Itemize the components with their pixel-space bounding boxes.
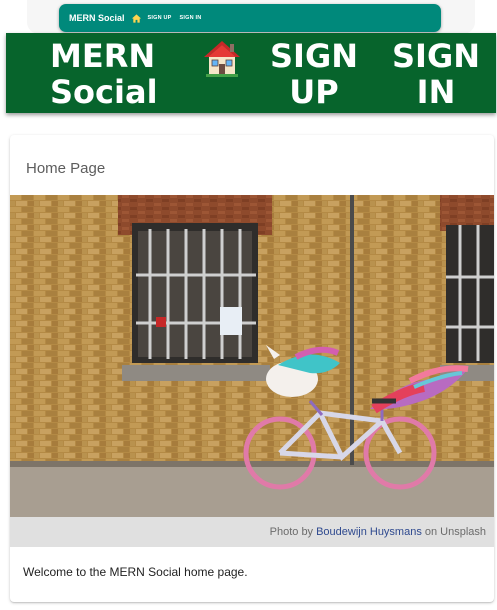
mini-signup-link[interactable]: SIGN UP [148, 15, 172, 21]
mini-signin-link[interactable]: SIGN IN [180, 15, 202, 21]
photo-caption: Photo by Boudewijn Huysmans on Unsplash [10, 517, 494, 547]
home-icon[interactable] [131, 13, 142, 24]
signup-link[interactable]: SIGN UP [258, 38, 370, 110]
welcome-text: Welcome to the MERN Social home page. [23, 565, 248, 579]
mini-app-title: MERN Social [69, 13, 125, 23]
home-card: Home Page Photo by Boudewijn Huysmans on… [10, 135, 494, 602]
caption-prefix: Photo by [269, 526, 314, 538]
signin-link[interactable]: SIGN IN [384, 38, 488, 110]
main-app-bar: MERN Social SIGN UP SIGN IN [6, 33, 496, 113]
house-emoji-icon[interactable] [202, 39, 242, 77]
caption-author-link[interactable]: Boudewijn Huysmans [316, 526, 422, 538]
caption-suffix: on Unsplash [424, 526, 486, 538]
page: MERN Social SIGN UP SIGN IN MERN Social … [0, 0, 497, 610]
card-title: Home Page [26, 160, 106, 177]
unicorn-bicycle-photo [10, 195, 494, 517]
mini-app-bar: MERN Social SIGN UP SIGN IN [59, 4, 441, 32]
app-title: MERN Social [50, 37, 158, 111]
